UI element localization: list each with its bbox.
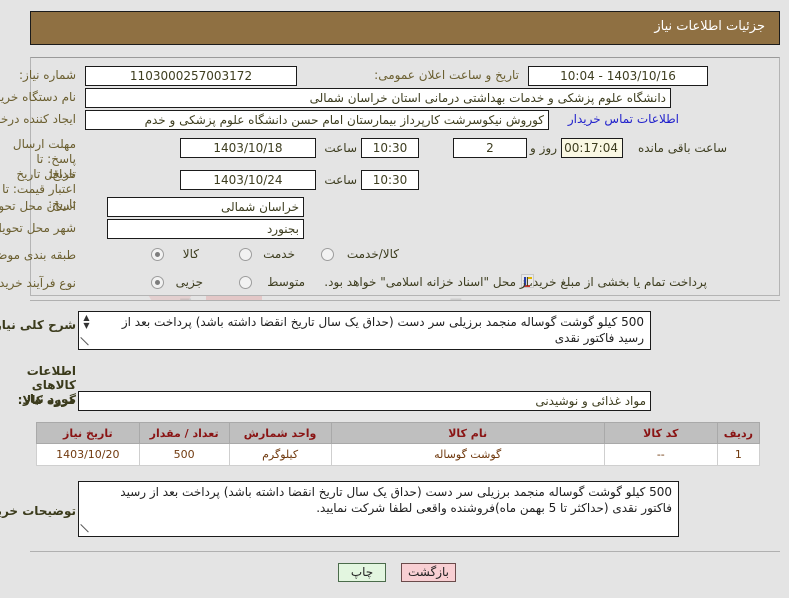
goods-group-label: گروه کالا: [17, 393, 76, 407]
goods-table: ردیف کد کالا نام کالا واحد شمارش تعداد /… [36, 422, 761, 466]
price-validity-time-label: ساعت [324, 173, 357, 187]
purchase-process-label: نوع فرآیند خرید : [0, 276, 76, 290]
description-textarea-value: 500 کیلو گوشت گوساله منجمد برزیلی سر دست… [121, 315, 644, 345]
radio-subject-kala-khedmat[interactable] [321, 248, 334, 261]
delivery-city-label: شهر محل تحویل: [0, 221, 76, 235]
cell-unit: کیلوگرم [228, 443, 332, 466]
col-row-no: ردیف [716, 422, 761, 444]
buyer-contact-link[interactable]: اطلاعات تماس خریدار [568, 112, 679, 126]
back-button[interactable]: بازگشت [401, 563, 456, 582]
table-row: 1 -- گوشت گوساله کیلوگرم 500 1403/10/20 [36, 443, 761, 466]
response-deadline-days-label: روز و [530, 141, 557, 155]
table-header-row: ردیف کد کالا نام کالا واحد شمارش تعداد /… [36, 422, 761, 444]
radio-subject-khedmat[interactable] [239, 248, 252, 261]
remaining-hours-label: ساعت باقی مانده [637, 141, 727, 155]
page-root: iranterder.net جزئیات اطلاعات نیاز شماره… [0, 0, 789, 598]
col-code: کد کالا [603, 422, 718, 444]
requester-field[interactable]: کوروش نیکوسرشت کارپرداز بیمارستان امام ح… [85, 110, 549, 130]
radio-process-motevaset-label: متوسط [267, 275, 305, 289]
description-textarea[interactable]: ▲ ▼ 500 کیلو گوشت گوساله منجمد برزیلی سر … [78, 311, 651, 350]
radio-process-jozi-label: جزیی [175, 275, 203, 289]
col-qty: تعداد / مقدار [138, 422, 230, 444]
delivery-province-field[interactable]: خراسان شمالی [107, 197, 304, 217]
cell-row-no: 1 [716, 443, 761, 466]
need-number-label: شماره نیاز: [19, 68, 76, 82]
radio-subject-kala-khedmat-label: کالا/خدمت [346, 247, 399, 261]
radio-process-jozi[interactable] [151, 276, 164, 289]
buyer-org-field[interactable]: دانشگاه علوم پزشکی و خدمات بهداشتی درمان… [85, 88, 671, 108]
countdown-timer: 00:17:04 [561, 138, 623, 158]
col-name: نام کالا [330, 422, 605, 444]
announce-datetime-label: تاریخ و ساعت اعلان عمومی: [374, 68, 519, 82]
col-unit: واحد شمارش [228, 422, 332, 444]
header-bar: جزئیات اطلاعات نیاز [30, 11, 780, 45]
cell-name: گوشت گوساله [330, 443, 605, 466]
buyer-notes-value: 500 کیلو گوشت گوساله منجمد برزیلی سر دست… [120, 485, 672, 515]
description-label: شرح کلی نیاز: [0, 318, 76, 332]
delivery-city-field[interactable]: بجنورد [107, 219, 304, 239]
buyer-notes-label: توضیحات خریدار: [0, 504, 76, 518]
goods-group-field[interactable]: مواد غذائی و نوشیدنی [78, 391, 651, 411]
price-validity-time-field[interactable]: 10:30 [361, 170, 419, 190]
response-deadline-date-field[interactable]: 1403/10/18 [180, 138, 316, 158]
resize-grip-icon-notes[interactable] [81, 524, 91, 534]
need-number-field[interactable]: 1103000257003172 [85, 66, 297, 86]
delivery-province-label: استان محل تحویل: [0, 199, 76, 213]
treasury-note-text: پرداخت تمام یا بخشی از مبلغ خرید،از محل … [324, 275, 707, 289]
radio-process-motevaset[interactable] [239, 276, 252, 289]
announce-datetime-field[interactable]: 1403/10/16 - 10:04 [528, 66, 708, 86]
buyer-org-label: نام دستگاه خریدار: [0, 90, 76, 104]
price-validity-date-field[interactable]: 1403/10/24 [180, 170, 316, 190]
response-deadline-time-label: ساعت [324, 141, 357, 155]
resize-grip-icon[interactable] [81, 337, 91, 347]
cell-qty: 500 [138, 443, 230, 466]
cell-code: -- [603, 443, 718, 466]
radio-subject-kala[interactable] [151, 248, 164, 261]
subject-class-label: طبقه بندی موضوعی: [0, 248, 76, 262]
response-deadline-time-field[interactable]: 10:30 [361, 138, 419, 158]
spinner-icon[interactable]: ▲ ▼ [81, 314, 92, 330]
radio-subject-khedmat-label: خدمت [263, 247, 295, 261]
response-deadline-days-field[interactable]: 2 [453, 138, 527, 158]
buyer-notes-textarea[interactable]: 500 کیلو گوشت گوساله منجمد برزیلی سر دست… [78, 481, 679, 537]
page-title: جزئیات اطلاعات نیاز [654, 19, 765, 34]
cell-need-date: 1403/10/20 [36, 443, 140, 466]
col-need-date: تاریخ نیاز [36, 422, 140, 444]
requester-label: ایجاد کننده درخواست: [0, 112, 76, 126]
radio-subject-kala-label: کالا [182, 247, 199, 261]
print-button[interactable]: چاپ [338, 563, 386, 582]
